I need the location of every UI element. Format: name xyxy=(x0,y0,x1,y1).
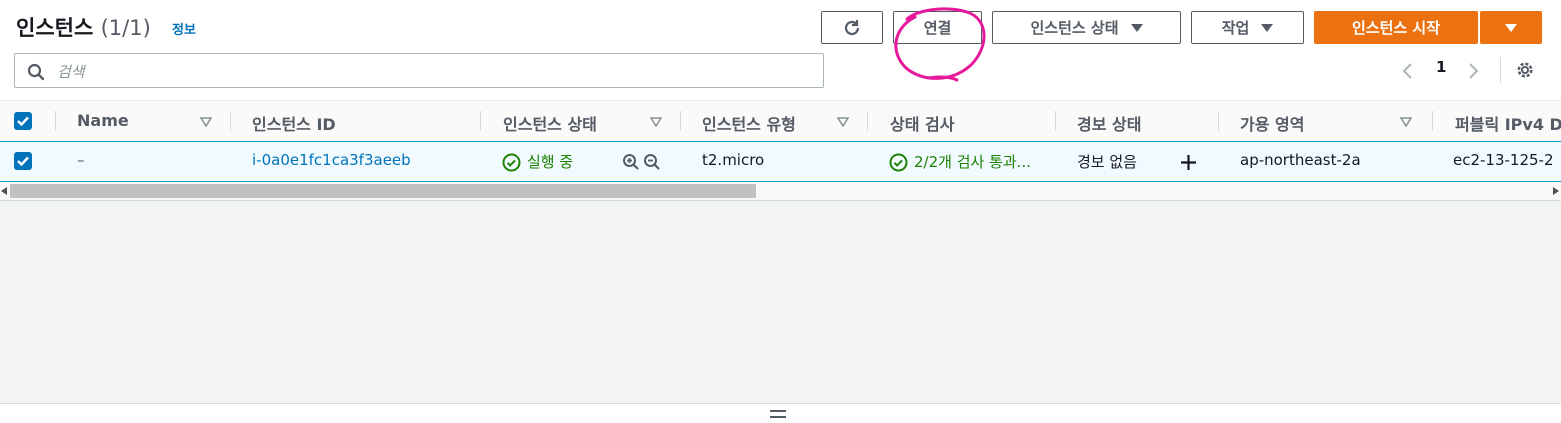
column-divider xyxy=(230,111,231,131)
chevron-left-icon[interactable] xyxy=(1400,62,1414,80)
cell-instance-state: 실행 중 xyxy=(527,153,574,171)
instance-state-dropdown[interactable]: 인스턴스 상태 xyxy=(992,11,1181,44)
annotation-circle xyxy=(894,7,986,82)
chevron-right-icon[interactable] xyxy=(1467,62,1481,80)
refresh-icon xyxy=(844,19,860,35)
cell-name: – xyxy=(77,151,85,169)
search-placeholder: 검색 xyxy=(57,63,85,81)
instances-header-panel: 인스턴스 (1/1) 정보 연결 인스턴스 상태 작업 인스턴스 시작 검색 1 xyxy=(0,0,1561,100)
column-header-instance-type[interactable]: 인스턴스 유형 xyxy=(702,111,796,135)
column-divider xyxy=(1055,111,1056,131)
search-input[interactable]: 검색 xyxy=(14,53,824,88)
page-title: 인스턴스 (1/1) xyxy=(16,12,151,42)
column-divider xyxy=(55,111,56,131)
cell-public-dns: ec2-13-125-2 xyxy=(1453,151,1554,169)
caret-down-icon xyxy=(1505,23,1517,32)
launch-options-dropdown[interactable] xyxy=(1480,11,1542,44)
table-header: Name 인스턴스 ID 인스턴스 상태 인스턴스 유형 상태 검사 경보 상태… xyxy=(0,100,1561,142)
table-row[interactable]: – i-0a0e1fc1ca3f3aeeb 실행 중 t2.micro 2/2개… xyxy=(0,141,1561,182)
actions-dropdown[interactable]: 작업 xyxy=(1191,11,1304,44)
cell-alarm-status: 경보 없음 xyxy=(1077,153,1137,171)
gear-icon[interactable] xyxy=(1515,60,1535,80)
column-divider xyxy=(867,111,868,131)
launch-label: 인스턴스 시작 xyxy=(1351,19,1441,37)
column-divider xyxy=(1432,111,1433,131)
column-header-public-dns[interactable]: 퍼블릭 IPv4 D xyxy=(1455,111,1561,135)
sort-icon[interactable] xyxy=(837,117,849,127)
checkmark-icon xyxy=(17,116,29,127)
column-divider xyxy=(1218,111,1219,131)
cell-availability-zone: ap-northeast-2a xyxy=(1240,151,1361,169)
split-panel-bar xyxy=(0,403,1561,423)
horizontal-scrollbar[interactable] xyxy=(0,182,1561,201)
zoom-in-icon[interactable] xyxy=(622,153,640,171)
column-header-instance-id[interactable]: 인스턴스 ID xyxy=(252,111,336,135)
info-link[interactable]: 정보 xyxy=(172,19,196,38)
check-circle-icon xyxy=(502,153,521,172)
scroll-right-arrow-icon[interactable] xyxy=(1552,187,1559,195)
scroll-left-arrow-icon[interactable] xyxy=(1,187,8,195)
launch-instances-button[interactable]: 인스턴스 시작 xyxy=(1314,11,1478,44)
instance-id-link[interactable]: i-0a0e1fc1ca3f3aeeb xyxy=(252,151,411,169)
column-header-status-check[interactable]: 상태 검사 xyxy=(890,111,954,135)
search-icon xyxy=(27,63,45,81)
checkmark-icon xyxy=(17,156,29,167)
column-header-instance-state[interactable]: 인스턴스 상태 xyxy=(503,111,597,135)
sort-icon[interactable] xyxy=(200,117,212,127)
column-divider xyxy=(680,111,681,131)
sort-icon[interactable] xyxy=(1400,117,1412,127)
caret-down-icon xyxy=(1130,23,1143,32)
check-circle-icon xyxy=(889,153,908,172)
sort-icon[interactable] xyxy=(650,117,662,127)
current-page[interactable]: 1 xyxy=(1436,58,1446,76)
cell-instance-type: t2.micro xyxy=(702,151,765,169)
title-text: 인스턴스 xyxy=(16,16,94,40)
refresh-button[interactable] xyxy=(821,11,883,44)
caret-down-icon xyxy=(1261,23,1274,32)
column-header-availability-zone[interactable]: 가용 영역 xyxy=(1240,111,1304,135)
row-checkbox[interactable] xyxy=(14,152,32,170)
selected-count: (1/1) xyxy=(100,16,151,40)
select-all-checkbox[interactable] xyxy=(14,112,32,130)
cell-status-check[interactable]: 2/2개 검사 통과... xyxy=(914,151,1031,172)
zoom-out-icon[interactable] xyxy=(643,153,661,171)
instance-state-label: 인스턴스 상태 xyxy=(1030,19,1119,37)
column-divider xyxy=(480,111,481,131)
drag-handle-icon[interactable] xyxy=(770,410,786,418)
column-header-name[interactable]: Name xyxy=(77,111,129,130)
column-header-alarm-status[interactable]: 경보 상태 xyxy=(1077,111,1141,135)
pager-divider xyxy=(1500,57,1501,83)
actions-label: 작업 xyxy=(1221,19,1250,37)
plus-icon[interactable] xyxy=(1179,153,1198,172)
scrollbar-thumb[interactable] xyxy=(10,184,756,198)
